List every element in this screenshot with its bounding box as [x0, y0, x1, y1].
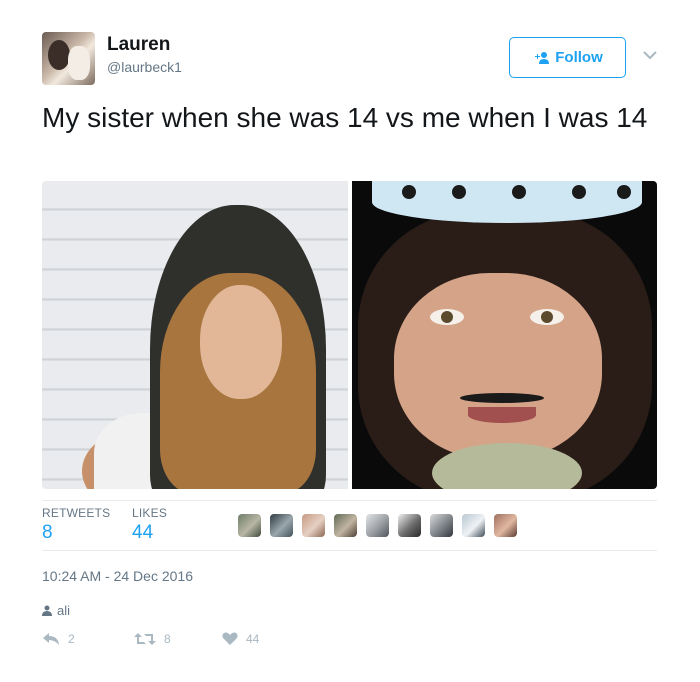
- tweet-photo-left[interactable]: [42, 181, 348, 489]
- crown-dot: [617, 185, 631, 199]
- crown-dot: [452, 185, 466, 199]
- retweeted-by-name: ali: [57, 603, 71, 618]
- retweet-icon: [134, 633, 156, 645]
- follow-button[interactable]: Follow: [509, 37, 626, 78]
- crown-dot: [512, 185, 526, 199]
- photo-shape: [530, 309, 564, 325]
- likes-label: LIKES: [132, 506, 168, 520]
- divider: [42, 500, 657, 501]
- photo-shape: [460, 393, 544, 403]
- avatar-figure: [48, 40, 70, 70]
- liker-avatar[interactable]: [494, 514, 517, 537]
- retweeted-by[interactable]: ali: [42, 603, 70, 618]
- photo-shape: [394, 273, 602, 459]
- tweet-photo-right[interactable]: [352, 181, 657, 489]
- photo-shape: [372, 181, 642, 223]
- photo-shape: [468, 407, 536, 423]
- liker-avatar[interactable]: [302, 514, 325, 537]
- liker-avatar[interactable]: [430, 514, 453, 537]
- profile-avatar[interactable]: [42, 32, 95, 85]
- reply-icon: [43, 633, 59, 645]
- tweet-timestamp[interactable]: 10:24 AM - 24 Dec 2016: [42, 568, 193, 584]
- crown-dot: [402, 185, 416, 199]
- liker-avatar[interactable]: [238, 514, 261, 537]
- tweet-text: My sister when she was 14 vs me when I w…: [42, 102, 648, 133]
- follow-label: Follow: [555, 49, 603, 66]
- liker-avatar[interactable]: [270, 514, 293, 537]
- liker-avatar[interactable]: [366, 514, 389, 537]
- retweets-label: RETWEETS: [42, 506, 111, 520]
- liker-avatar[interactable]: [334, 514, 357, 537]
- photo-shape: [430, 309, 464, 325]
- reply-count: 2: [68, 632, 75, 646]
- liker-avatar[interactable]: [462, 514, 485, 537]
- photo-shape: [200, 285, 282, 399]
- heart-icon: [222, 632, 238, 645]
- avatar-figure: [68, 46, 90, 80]
- retweet-count: 8: [164, 632, 171, 646]
- add-user-icon: [535, 51, 550, 64]
- liker-avatar[interactable]: [398, 514, 421, 537]
- user-handle[interactable]: @laurbeck1: [107, 59, 182, 75]
- likes-count[interactable]: 44: [132, 522, 153, 544]
- divider: [42, 550, 657, 551]
- person-icon: [42, 605, 52, 616]
- like-count: 44: [246, 632, 260, 646]
- like-button[interactable]: 44: [222, 632, 259, 646]
- crown-dot: [572, 185, 586, 199]
- retweet-button[interactable]: 8: [134, 632, 171, 646]
- retweets-count[interactable]: 8: [42, 522, 53, 544]
- user-name[interactable]: Lauren: [107, 34, 170, 56]
- reply-button[interactable]: 2: [42, 632, 75, 646]
- chevron-down-icon[interactable]: [642, 49, 658, 61]
